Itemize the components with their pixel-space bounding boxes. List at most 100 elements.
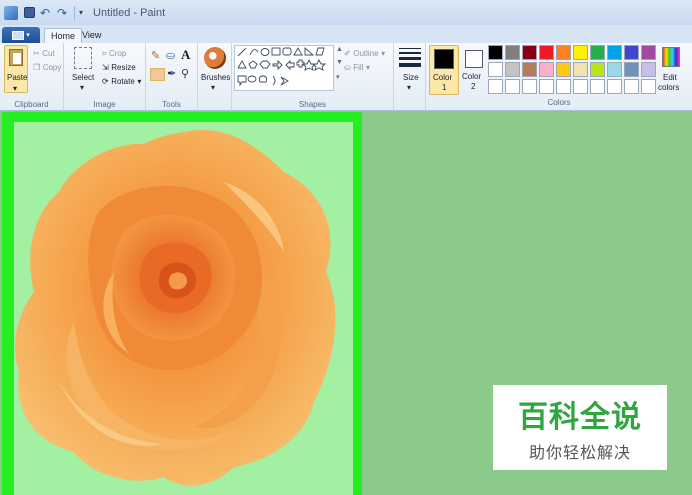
- rotate-button[interactable]: ⟳ Rotate ▾: [102, 76, 141, 86]
- color2-swatch: [465, 50, 483, 68]
- color-swatch[interactable]: [505, 45, 520, 60]
- eraser-icon[interactable]: [150, 68, 165, 81]
- color-swatch[interactable]: [641, 45, 656, 60]
- undo-icon[interactable]: ↶: [40, 7, 52, 19]
- paint-app-icon[interactable]: [4, 5, 18, 20]
- edit-colors-label-2: colors: [658, 83, 680, 92]
- tools-group: ✎ ⛀ A ✒ ⚲ Tools: [146, 43, 198, 111]
- chevron-down-icon: ▾: [137, 77, 142, 86]
- copy-button[interactable]: ❐ Copy: [33, 62, 61, 72]
- cut-button[interactable]: ✂ Cut: [33, 48, 55, 58]
- fill-icon[interactable]: ⛀: [166, 49, 179, 62]
- title-bar: ↶ ↷ ▾ Untitled - Paint: [0, 0, 692, 25]
- empty-color-swatch[interactable]: [522, 79, 537, 94]
- orange-rose-image: [14, 130, 336, 486]
- edit-colors-button[interactable]: Edit colors: [656, 45, 688, 95]
- size-line-icon: [399, 63, 421, 67]
- customize-dropdown-icon[interactable]: ▾: [79, 8, 83, 17]
- color2-label: Color: [462, 72, 482, 81]
- watermark-subtitle: 助你轻松解决: [528, 445, 631, 462]
- magnifier-icon[interactable]: ⚲: [181, 67, 194, 80]
- color1-button[interactable]: Color 1: [429, 45, 459, 95]
- colors-group-label: Colors: [547, 98, 571, 107]
- color-swatch[interactable]: [590, 45, 605, 60]
- outline-label: Outline: [353, 49, 379, 58]
- text-icon[interactable]: A: [181, 47, 194, 62]
- pencil-icon[interactable]: ✎: [151, 49, 164, 62]
- empty-color-swatch[interactable]: [607, 79, 622, 94]
- color1-label: Color: [433, 73, 453, 82]
- resize-label: Resize: [111, 63, 136, 72]
- chevron-down-icon: ▾: [211, 83, 216, 92]
- shapes-more-icon[interactable]: ▾: [336, 73, 340, 81]
- color-swatch[interactable]: [624, 62, 639, 77]
- shapes-gallery[interactable]: [234, 45, 334, 91]
- scissors-icon: ✂: [33, 49, 40, 58]
- file-menu-icon: [12, 30, 25, 40]
- image-group: Select ▾ ⌗ Crop ⇲ Resize ⟳ Rotate ▾ Imag…: [64, 43, 146, 111]
- empty-color-swatch[interactable]: [641, 79, 656, 94]
- redo-icon[interactable]: ↷: [57, 7, 69, 19]
- color-swatch[interactable]: [590, 62, 605, 77]
- canvas[interactable]: [14, 122, 353, 495]
- color1-number: 1: [442, 83, 447, 92]
- color-swatch[interactable]: [522, 45, 537, 60]
- color-swatch[interactable]: [505, 62, 520, 77]
- empty-color-swatch[interactable]: [590, 79, 605, 94]
- shapes-icon: [237, 47, 327, 87]
- empty-color-swatch[interactable]: [556, 79, 571, 94]
- resize-button[interactable]: ⇲ Resize: [102, 62, 136, 72]
- size-group: Size ▾: [394, 43, 426, 111]
- save-icon[interactable]: [24, 7, 35, 18]
- size-button[interactable]: Size ▾: [397, 45, 423, 92]
- canvas-border: [2, 112, 362, 495]
- color-swatch[interactable]: [539, 45, 554, 60]
- color-swatch[interactable]: [488, 45, 503, 60]
- empty-color-swatch[interactable]: [505, 79, 520, 94]
- tab-view[interactable]: View: [76, 28, 107, 43]
- chevron-down-icon: ▾: [381, 49, 386, 58]
- resize-icon: ⇲: [102, 63, 109, 72]
- color-swatch[interactable]: [607, 62, 622, 77]
- color-swatch[interactable]: [573, 62, 588, 77]
- brushes-label: Brushes: [201, 73, 231, 82]
- chevron-up-icon[interactable]: ▲: [336, 46, 343, 53]
- crop-button[interactable]: ⌗ Crop: [102, 48, 126, 59]
- fill-button[interactable]: ⛀ Fill ▾: [344, 62, 370, 72]
- empty-color-swatch[interactable]: [624, 79, 639, 94]
- brushes-button[interactable]: Brushes ▾: [201, 45, 231, 92]
- tab-bar: ▾ Home View: [0, 25, 692, 43]
- color-swatch[interactable]: [556, 62, 571, 77]
- paste-button[interactable]: Paste ▾: [4, 45, 28, 93]
- color-swatch[interactable]: [488, 62, 503, 77]
- color-spectrum-icon: [662, 47, 680, 67]
- select-button[interactable]: Select ▾: [70, 45, 96, 92]
- color-swatch[interactable]: [556, 45, 571, 60]
- tools-group-label: Tools: [162, 100, 181, 109]
- outline-icon: ✐: [344, 49, 351, 58]
- color-swatch[interactable]: [624, 45, 639, 60]
- fill-label: Fill: [353, 63, 364, 72]
- file-menu-button[interactable]: ▾: [2, 27, 40, 43]
- size-line-icon: [399, 48, 421, 49]
- color-swatch[interactable]: [607, 45, 622, 60]
- color-swatch[interactable]: [573, 45, 588, 60]
- outline-button[interactable]: ✐ Outline ▾: [344, 48, 385, 58]
- watermark-title: 百科全说: [518, 401, 642, 434]
- edit-colors-label: Edit: [663, 73, 677, 82]
- size-line-icon: [399, 52, 421, 54]
- empty-color-swatch[interactable]: [539, 79, 554, 94]
- empty-color-swatch[interactable]: [573, 79, 588, 94]
- crop-icon: ⌗: [102, 49, 107, 58]
- chevron-down-icon: ▾: [26, 32, 30, 39]
- color-swatch[interactable]: [539, 62, 554, 77]
- clipboard-group: Paste ▾ ✂ Cut ❐ Copy Clipboard: [0, 43, 64, 111]
- clipboard-group-label: Clipboard: [14, 100, 49, 109]
- empty-color-swatch[interactable]: [488, 79, 503, 94]
- color-swatch[interactable]: [641, 62, 656, 77]
- chevron-down-icon[interactable]: ▼: [336, 59, 343, 66]
- color2-button[interactable]: Color 2: [461, 45, 487, 95]
- color-picker-icon[interactable]: ✒: [167, 67, 180, 80]
- chevron-down-icon: ▾: [13, 84, 18, 93]
- color-swatch[interactable]: [522, 62, 537, 77]
